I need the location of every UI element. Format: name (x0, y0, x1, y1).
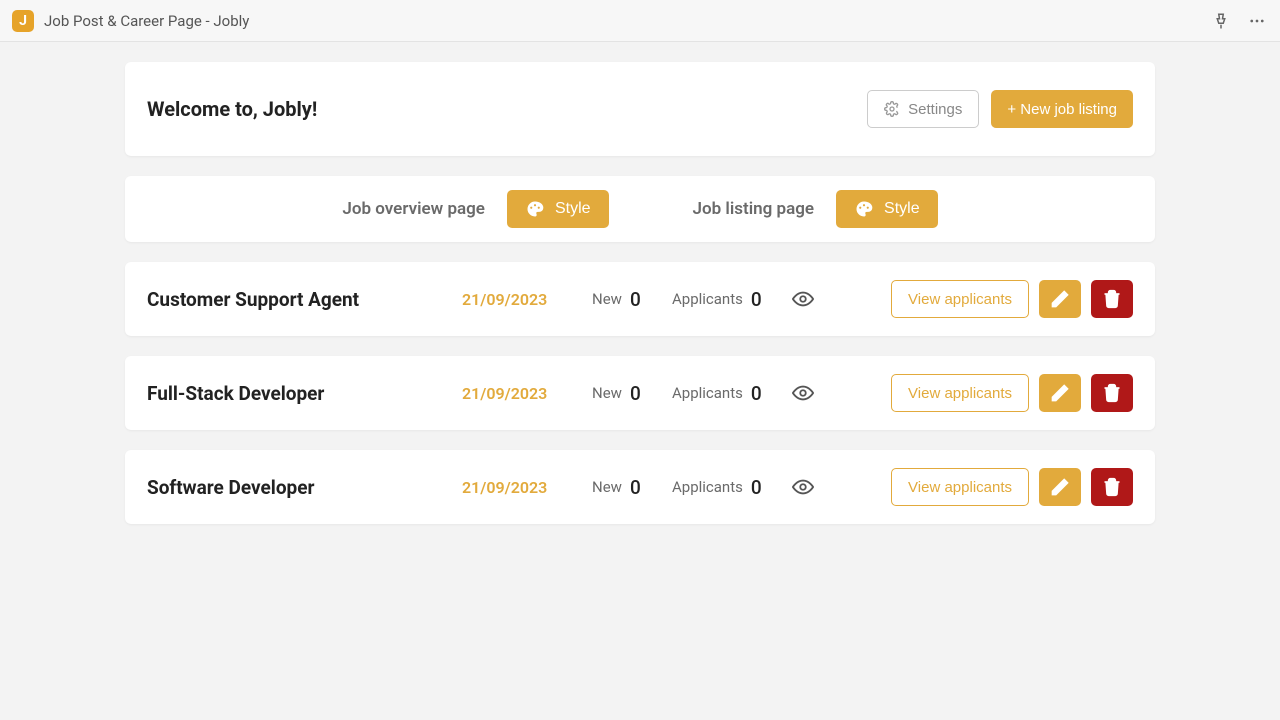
page-style-nav: Job overview page Style Job listing page… (125, 176, 1155, 242)
eye-icon[interactable] (792, 288, 814, 310)
edit-button[interactable] (1039, 280, 1081, 318)
settings-button[interactable]: Settings (867, 90, 979, 128)
applicants-value: 0 (751, 476, 762, 499)
edit-button[interactable] (1039, 374, 1081, 412)
trash-icon (1102, 477, 1122, 497)
job-date: 21/09/2023 (462, 384, 592, 403)
app-topbar: J Job Post & Career Page - Jobly (0, 0, 1280, 42)
view-applicants-button[interactable]: View applicants (891, 280, 1029, 318)
job-title: Customer Support Agent (147, 288, 462, 311)
gear-icon (884, 101, 900, 117)
new-job-button[interactable]: + New job listing (991, 90, 1133, 128)
delete-button[interactable] (1091, 374, 1133, 412)
edit-button[interactable] (1039, 468, 1081, 506)
more-icon[interactable] (1246, 10, 1268, 32)
new-label: New (592, 290, 622, 308)
settings-button-label: Settings (908, 101, 962, 118)
job-date: 21/09/2023 (462, 290, 592, 309)
new-label: New (592, 384, 622, 402)
applicants-label: Applicants (672, 290, 743, 308)
trash-icon (1102, 289, 1122, 309)
nav-overview-label: Job overview page (342, 199, 485, 219)
pencil-icon (1050, 289, 1070, 309)
new-value: 0 (630, 476, 641, 499)
pencil-icon (1050, 477, 1070, 497)
applicants-label: Applicants (672, 478, 743, 496)
delete-button[interactable] (1091, 280, 1133, 318)
eye-icon[interactable] (792, 476, 814, 498)
dashboard-header: Welcome to, Jobly! Settings + New job li… (125, 62, 1155, 156)
applicants-label: Applicants (672, 384, 743, 402)
delete-button[interactable] (1091, 468, 1133, 506)
pencil-icon (1050, 383, 1070, 403)
view-applicants-button[interactable]: View applicants (891, 374, 1029, 412)
job-row: Full-Stack Developer 21/09/2023 New 0 Ap… (125, 356, 1155, 430)
job-row: Software Developer 21/09/2023 New 0 Appl… (125, 450, 1155, 524)
welcome-heading: Welcome to, Jobly! (147, 97, 317, 121)
applicants-value: 0 (751, 288, 762, 311)
app-title: Job Post & Career Page - Jobly (44, 12, 249, 30)
new-label: New (592, 478, 622, 496)
job-title: Full-Stack Developer (147, 382, 462, 405)
applicants-value: 0 (751, 382, 762, 405)
style-button-label: Style (884, 200, 920, 218)
pin-icon[interactable] (1210, 10, 1232, 32)
app-logo-icon: J (12, 10, 34, 32)
eye-icon[interactable] (792, 382, 814, 404)
palette-icon (854, 199, 874, 219)
job-date: 21/09/2023 (462, 478, 592, 497)
new-value: 0 (630, 382, 641, 405)
style-overview-button[interactable]: Style (507, 190, 609, 228)
style-button-label: Style (555, 200, 591, 218)
job-title: Software Developer (147, 476, 462, 499)
new-job-button-label: + New job listing (1007, 101, 1117, 118)
job-row: Customer Support Agent 21/09/2023 New 0 … (125, 262, 1155, 336)
style-listing-button[interactable]: Style (836, 190, 938, 228)
palette-icon (525, 199, 545, 219)
trash-icon (1102, 383, 1122, 403)
new-value: 0 (630, 288, 641, 311)
view-applicants-button[interactable]: View applicants (891, 468, 1029, 506)
nav-listing-label: Job listing page (693, 199, 814, 219)
